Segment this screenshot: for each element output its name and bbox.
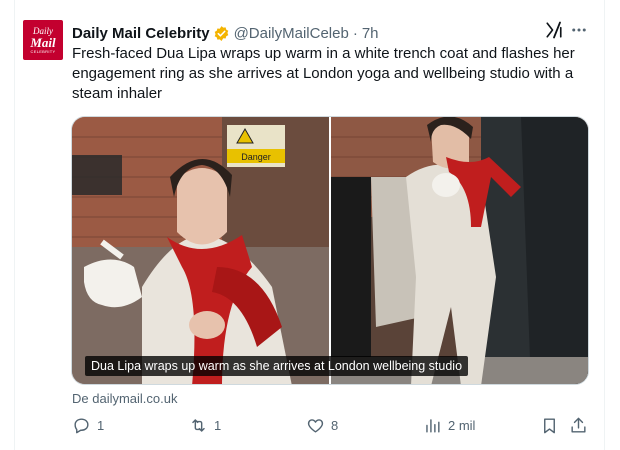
- display-name[interactable]: Daily Mail Celebrity: [72, 25, 210, 42]
- separator-dot: ·: [352, 24, 358, 42]
- repost-icon: [192, 419, 205, 432]
- bookmark-icon: [544, 418, 555, 434]
- like-button[interactable]: 8: [306, 416, 338, 435]
- media-caption: Dua Lipa wraps up warm as she arrives at…: [85, 356, 469, 376]
- timeline-divider-right: [604, 0, 605, 450]
- avatar[interactable]: Daily Mail CELEBRITY: [23, 20, 63, 60]
- timeline-divider-left: [14, 0, 15, 450]
- action-bar: 1 1 8 2 mil: [0, 416, 620, 440]
- bookmark-button[interactable]: [540, 416, 559, 435]
- media-gallery[interactable]: Danger: [71, 116, 589, 385]
- repost-button[interactable]: 1: [189, 416, 221, 435]
- photo-right[interactable]: [331, 117, 588, 384]
- share-button[interactable]: [569, 416, 588, 435]
- avatar-logo-line-2: Mail: [30, 34, 56, 50]
- source-link[interactable]: De dailymail.co.uk: [72, 391, 178, 406]
- grok-icon[interactable]: [545, 21, 563, 39]
- share-icon: [571, 417, 586, 433]
- tweet-card[interactable]: Daily Mail CELEBRITY Daily Mail Celebrit…: [0, 0, 620, 450]
- reply-button[interactable]: 1: [72, 416, 104, 435]
- more-icon[interactable]: [570, 21, 588, 39]
- views-button[interactable]: 2 mil: [423, 416, 475, 435]
- views-count: 2 mil: [448, 418, 476, 433]
- reply-icon: [74, 418, 89, 434]
- avatar-logo-line-3: CELEBRITY: [30, 48, 56, 54]
- timestamp[interactable]: 7h: [362, 25, 379, 42]
- views-icon: [426, 419, 440, 433]
- handle[interactable]: @DailyMailCeleb: [234, 25, 349, 42]
- reply-count: 1: [97, 418, 105, 433]
- danger-sign-text: Danger: [241, 152, 271, 162]
- like-count: 8: [331, 418, 339, 433]
- verified-badge-icon[interactable]: [213, 25, 230, 42]
- photo-left[interactable]: Danger: [72, 117, 329, 384]
- tweet-text: Fresh-faced Dua Lipa wraps up warm in a …: [72, 45, 575, 102]
- repost-count: 1: [214, 418, 222, 433]
- tweet-header: Daily Mail Celebrity @DailyMailCeleb · 7…: [72, 23, 379, 43]
- like-icon: [307, 419, 324, 433]
